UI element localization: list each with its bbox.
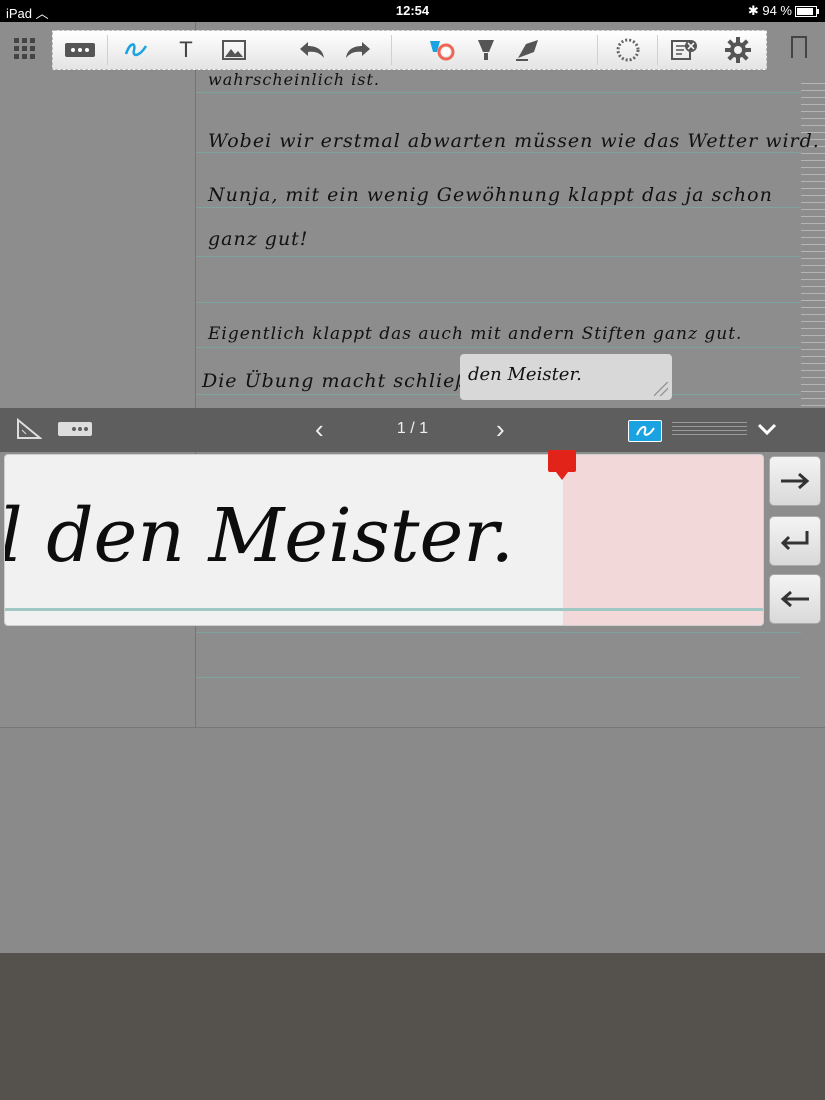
bluetooth-icon: ✱ bbox=[747, 3, 759, 18]
rule-line bbox=[196, 256, 801, 257]
text-icon[interactable]: T bbox=[171, 35, 201, 65]
handwriting-line: Eigentlich klappt das auch mit andern St… bbox=[208, 324, 743, 344]
lasso-icon[interactable] bbox=[611, 35, 645, 65]
color-picker-icon[interactable] bbox=[425, 35, 459, 65]
gear-icon[interactable] bbox=[721, 35, 755, 65]
input-preview-text: den Meister. bbox=[468, 364, 582, 385]
clear-page-icon[interactable] bbox=[667, 35, 701, 65]
forward-arrow-button[interactable] bbox=[769, 456, 821, 506]
grid-icon[interactable] bbox=[14, 38, 36, 60]
arrow-right-icon bbox=[781, 472, 810, 490]
rule-line bbox=[196, 347, 801, 348]
writing-text: l den Meister. bbox=[4, 493, 515, 579]
rule-line bbox=[196, 207, 801, 208]
rule-line bbox=[196, 92, 801, 93]
clock: 12:54 bbox=[395, 3, 430, 18]
return-icon bbox=[780, 531, 809, 551]
highlighter-icon[interactable] bbox=[471, 35, 501, 65]
backspace-button[interactable] bbox=[769, 574, 821, 624]
chevron-down-icon[interactable] bbox=[756, 418, 778, 445]
overflow-zone bbox=[563, 455, 763, 625]
resize-grip-icon[interactable] bbox=[654, 382, 668, 396]
handwriting-line: Wobei wir erstmal abwarten müssen wie da… bbox=[208, 130, 820, 152]
pen-icon[interactable] bbox=[121, 35, 151, 65]
rule-line bbox=[196, 677, 801, 678]
image-icon[interactable] bbox=[219, 35, 249, 65]
handwriting-line: Nunja, mit ein wenig Gewöhnung klappt da… bbox=[208, 184, 773, 206]
writing-pad[interactable]: l den Meister. bbox=[4, 454, 764, 626]
writing-baseline bbox=[5, 608, 763, 611]
eraser-icon[interactable] bbox=[511, 35, 545, 65]
keyboard-icon[interactable] bbox=[63, 35, 97, 65]
pen-mode-icon[interactable] bbox=[628, 420, 662, 442]
handwriting-line: wahrscheinlich ist. bbox=[208, 70, 380, 89]
next-page-button[interactable]: › bbox=[496, 414, 505, 445]
handwriting-line: ganz gut! bbox=[208, 228, 309, 250]
redo-icon[interactable] bbox=[341, 35, 375, 65]
empty-canvas bbox=[0, 727, 825, 953]
rule-line bbox=[196, 632, 801, 633]
page-ruler bbox=[801, 77, 825, 422]
rule-line bbox=[196, 302, 801, 303]
main-toolbar: T bbox=[52, 30, 767, 70]
newline-button[interactable] bbox=[769, 516, 821, 566]
bookmark-icon[interactable] bbox=[791, 36, 807, 59]
notes-app: wahrscheinlich ist. Wobei wir erstmal ab… bbox=[0, 22, 825, 953]
rule-line bbox=[196, 152, 801, 153]
input-bar: ‹ 1 / 1 › bbox=[0, 408, 825, 452]
arrow-left-icon bbox=[780, 590, 809, 608]
line-width-selector[interactable] bbox=[672, 422, 747, 438]
battery-status: ✱ 94 % bbox=[747, 3, 819, 19]
undo-icon[interactable] bbox=[295, 35, 329, 65]
battery-icon bbox=[795, 6, 819, 18]
line-end-marker[interactable] bbox=[548, 450, 576, 480]
status-bar: iPad ︿ 12:54 ✱ 94 % bbox=[0, 0, 825, 22]
input-preview-box[interactable]: den Meister. bbox=[460, 354, 672, 400]
